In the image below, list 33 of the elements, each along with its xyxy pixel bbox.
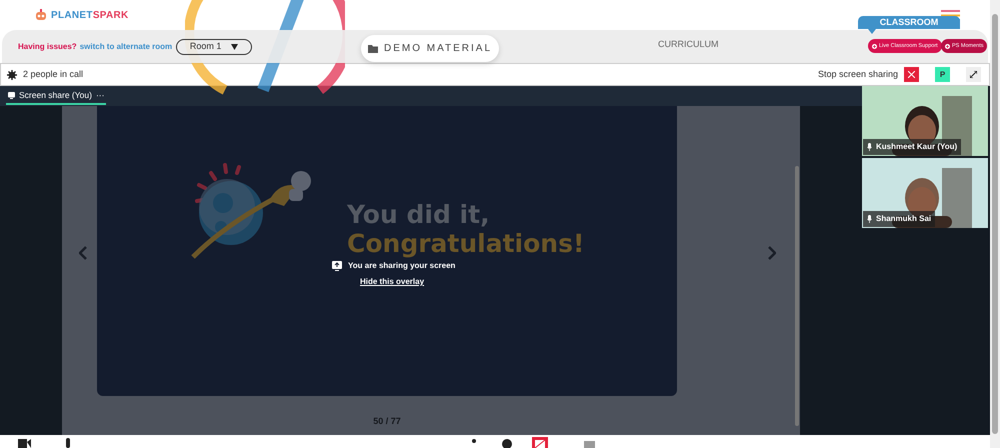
slide-heading: You did it, <box>347 201 490 228</box>
plus-circle-icon <box>945 44 950 48</box>
scrollbar[interactable] <box>795 166 799 426</box>
fullscreen-button[interactable] <box>966 67 981 82</box>
room-select[interactable]: Room 1 <box>176 38 252 54</box>
plus-circle-icon <box>872 44 877 48</box>
screen-share-icon <box>532 435 548 448</box>
issue-text: Having issues? <box>18 40 77 52</box>
curriculum-tab[interactable]: CURRICULUM <box>658 38 718 52</box>
settings-icon <box>7 70 17 80</box>
stop-sharing-button[interactable] <box>904 67 919 82</box>
screen-icon <box>8 92 15 98</box>
demo-material-button[interactable]: DEMO MATERIAL <box>361 35 499 62</box>
logo[interactable]: PLANETSPARK <box>34 8 129 22</box>
participant-name: Kushmeet Kaur (You) <box>863 139 962 155</box>
slide-heading: Congratulations! <box>347 230 584 258</box>
people-count: 2 people in call <box>23 68 84 81</box>
page-counter: 50 / 77 <box>373 415 401 428</box>
expand-icon <box>970 71 977 78</box>
screen-share-icon <box>332 261 342 271</box>
folder-icon <box>368 44 378 52</box>
sharing-message: You are sharing your screen <box>348 260 456 272</box>
close-icon <box>908 71 915 78</box>
robot-icon <box>34 8 48 22</box>
caret-icon <box>231 44 238 50</box>
stop-sharing-label: Stop screen sharing <box>818 68 898 81</box>
hide-overlay-link[interactable]: Hide this overlay <box>360 276 424 288</box>
logo-text: PLANETSPARK <box>51 8 129 22</box>
pointer-icon <box>868 29 876 34</box>
more-icon[interactable]: ··· <box>96 88 104 102</box>
participant-name: Shanmukh Sai <box>863 211 936 227</box>
avatar[interactable]: P <box>935 67 950 82</box>
page-scrollbar[interactable] <box>990 0 1000 448</box>
